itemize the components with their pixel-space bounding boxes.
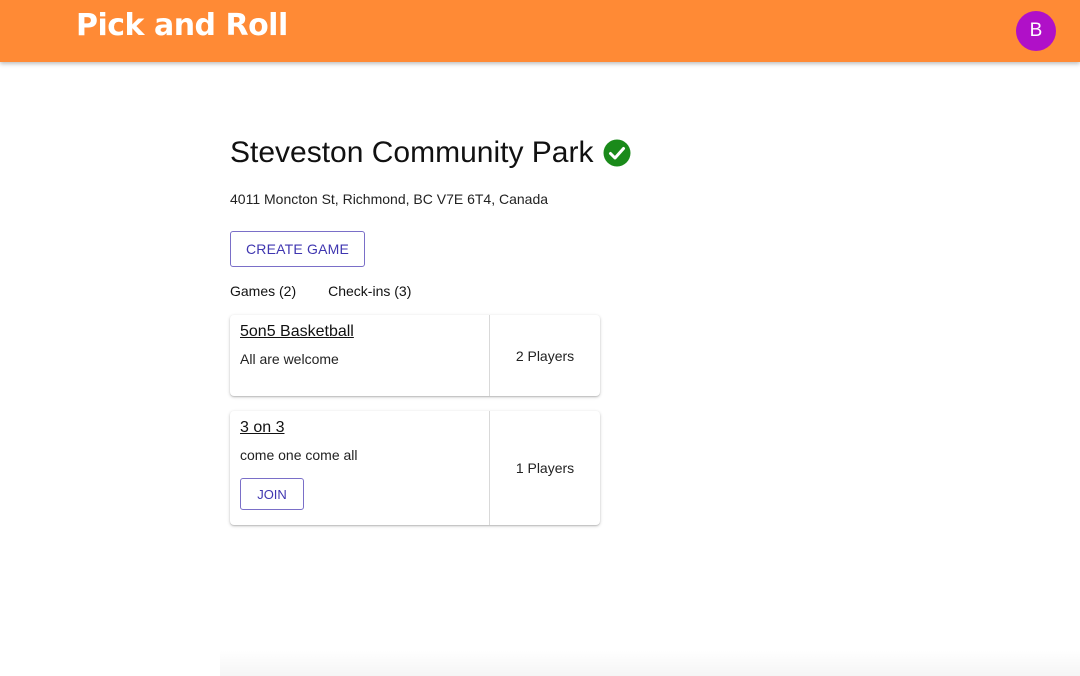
create-game-button[interactable]: CREATE GAME bbox=[230, 231, 365, 267]
game-title-link[interactable]: 5on5 Basketball bbox=[240, 323, 354, 341]
join-game-button[interactable]: JOIN bbox=[240, 478, 304, 510]
park-address: 4011 Moncton St, Richmond, BC V7E 6T4, C… bbox=[230, 191, 549, 207]
game-title-link[interactable]: 3 on 3 bbox=[240, 419, 284, 437]
app-bar: Pick and Roll B bbox=[0, 0, 1080, 62]
game-card: 5on5 Basketball All are welcome 2 Player… bbox=[230, 315, 600, 396]
app-title[interactable]: Pick and Roll bbox=[76, 8, 288, 43]
game-description: All are welcome bbox=[240, 351, 339, 367]
tab-bar: Games (2) Check-ins (3) bbox=[230, 283, 411, 299]
check-circle-icon bbox=[603, 139, 631, 167]
game-player-count: 1 Players bbox=[515, 460, 575, 476]
game-card-details: 3 on 3 come one come all JOIN bbox=[230, 411, 490, 525]
park-heading: Steveston Community Park bbox=[230, 136, 631, 170]
game-description: come one come all bbox=[240, 447, 358, 463]
game-card-details: 5on5 Basketball All are welcome bbox=[230, 315, 490, 396]
tab-games[interactable]: Games (2) bbox=[230, 283, 296, 299]
page-title: Steveston Community Park bbox=[230, 136, 594, 169]
game-card: 3 on 3 come one come all JOIN 1 Players bbox=[230, 411, 600, 525]
game-player-count: 2 Players bbox=[515, 347, 575, 364]
tab-check-ins[interactable]: Check-ins (3) bbox=[328, 283, 411, 299]
page-bottom-shadow bbox=[220, 650, 1080, 676]
user-avatar[interactable]: B bbox=[1016, 11, 1056, 51]
